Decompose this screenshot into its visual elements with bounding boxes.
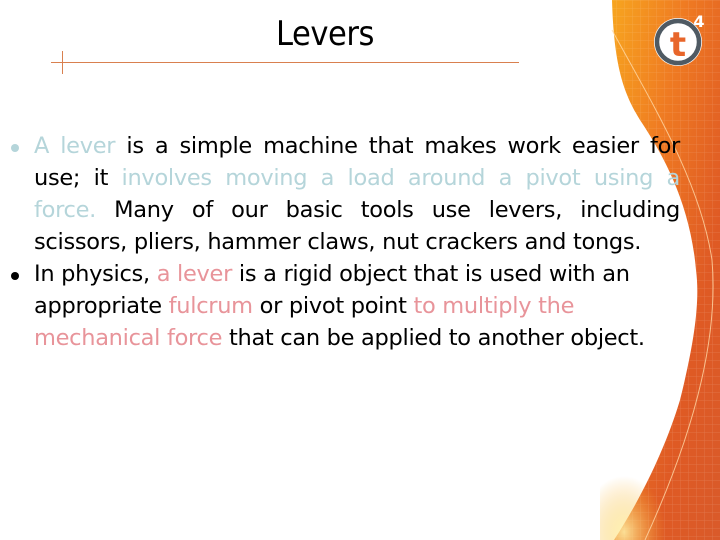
title-rule-tick — [62, 51, 63, 74]
term-fulcrum: fulcrum — [168, 293, 253, 319]
logo-superscript: 4 — [693, 12, 704, 31]
slide-title: Levers — [275, 14, 375, 54]
logo-letter: t — [670, 25, 686, 65]
body-text: or pivot point — [252, 293, 414, 319]
title-underline — [51, 62, 519, 63]
slide-body: A lever is a simple machine that makes w… — [10, 130, 680, 354]
bullet-item-lever-definition: A lever is a simple machine that makes w… — [10, 130, 680, 258]
body-text: Many of our basic tools use levers, incl… — [34, 197, 680, 255]
term-a-lever: A lever — [34, 133, 116, 159]
t4-logo-icon: t 4 — [654, 12, 705, 66]
term-a-lever: a lever — [156, 261, 233, 287]
body-text: that can be applied to another object. — [222, 325, 645, 351]
bullet-item-physics-definition: In physics, a lever is a rigid object th… — [10, 258, 694, 354]
body-text: In physics, — [34, 261, 157, 287]
